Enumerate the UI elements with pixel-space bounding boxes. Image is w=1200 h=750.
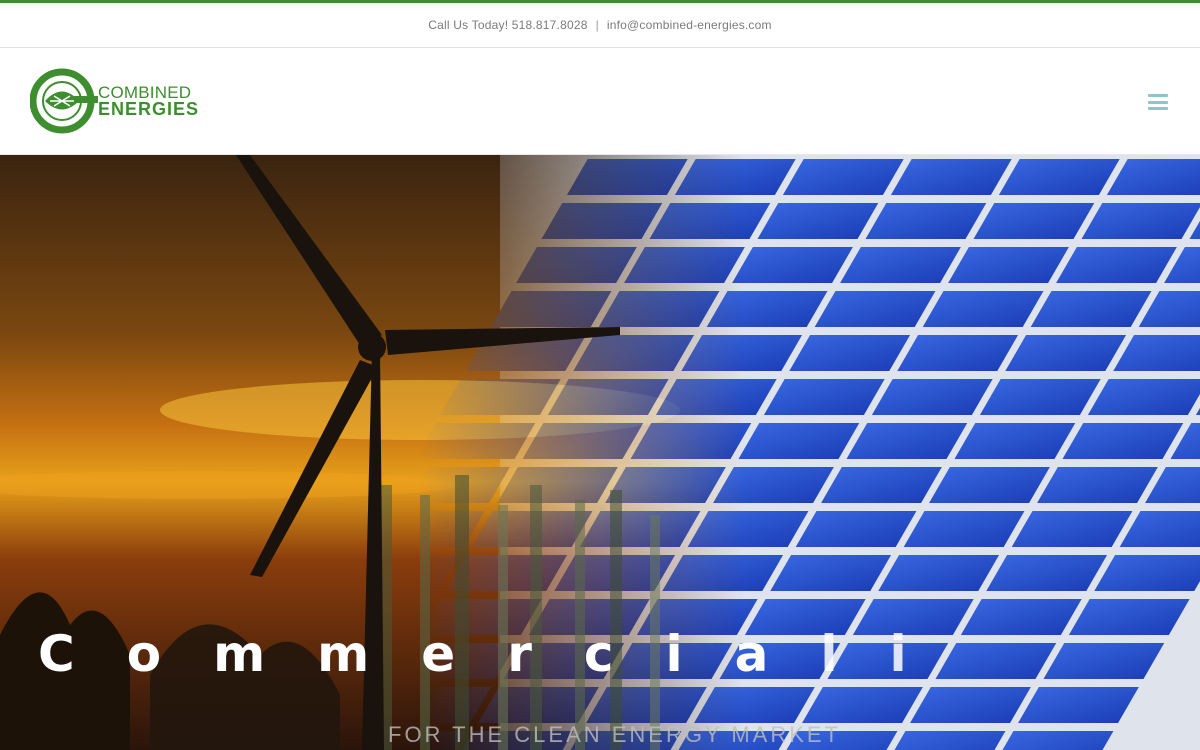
solar-cell — [1056, 247, 1177, 283]
solar-cell — [922, 291, 1044, 327]
headline-letter: a — [734, 625, 769, 683]
solar-cell — [871, 379, 993, 415]
solar-cell — [1018, 687, 1139, 723]
solar-cell — [789, 335, 911, 371]
solar-cell — [814, 291, 936, 327]
solar-cell — [662, 555, 784, 591]
solar-cell — [389, 467, 510, 503]
hero-subheadline: FOR THE CLEAN ENERGY MARKET — [388, 722, 842, 747]
solar-cell — [541, 203, 663, 239]
solar-cell — [795, 511, 917, 547]
solar-cell — [757, 203, 879, 239]
solar-cell — [929, 467, 1050, 503]
headline-letter: e — [421, 625, 456, 683]
solar-cell — [573, 335, 695, 371]
solar-cell — [738, 423, 860, 459]
site-header: COMBINED ENERGIES — [0, 48, 1200, 155]
solar-cell — [1037, 467, 1158, 503]
headline-letter: c — [583, 625, 614, 683]
solar-cell — [979, 379, 1101, 415]
solar-cell — [1005, 335, 1127, 371]
solar-cell — [516, 247, 637, 283]
solar-cell — [624, 247, 745, 283]
site-logo[interactable]: COMBINED ENERGIES — [29, 68, 210, 134]
top-contact-bar: Call Us Today! 518.817.8028 | info@combi… — [0, 3, 1200, 48]
solar-cell — [840, 247, 961, 283]
separator: | — [595, 18, 599, 32]
solar-cell — [865, 203, 987, 239]
headline-letter: C — [38, 625, 75, 683]
solar-cell — [655, 379, 777, 415]
solar-cell — [566, 159, 688, 195]
headline-letter: o — [126, 625, 162, 683]
solar-cell — [948, 247, 1069, 283]
solar-cell — [674, 159, 796, 195]
solar-cell — [713, 467, 834, 503]
solar-cell — [973, 203, 1095, 239]
solar-cell — [681, 335, 803, 371]
solar-cell — [782, 159, 904, 195]
headline-letter: l — [820, 625, 838, 683]
solar-cell — [890, 159, 1012, 195]
solar-cell — [1062, 423, 1184, 459]
hamburger-menu-icon[interactable] — [1148, 94, 1168, 110]
logo-mark-icon — [29, 68, 98, 134]
solar-cell — [954, 423, 1076, 459]
headline-letter: i — [889, 625, 907, 683]
headline-letter: m — [213, 625, 266, 683]
solar-cell — [1081, 203, 1200, 239]
solar-cell — [497, 467, 618, 503]
solar-cell — [706, 291, 828, 327]
solar-cell — [897, 335, 1019, 371]
hero-headline: Commerciali — [38, 625, 1178, 683]
solar-cell — [586, 687, 707, 723]
solar-cell — [694, 687, 815, 723]
solar-cell — [763, 379, 885, 415]
headline-letter: r — [507, 625, 532, 683]
solar-cell — [490, 291, 612, 327]
solar-cell — [1011, 511, 1133, 547]
solar-cell — [605, 467, 726, 503]
solar-cell — [1030, 291, 1152, 327]
solar-cell — [770, 555, 892, 591]
solar-cell — [649, 203, 771, 239]
solar-cell — [986, 555, 1108, 591]
logo-line2: ENERGIES — [98, 99, 200, 119]
solar-cell — [910, 687, 1031, 723]
solar-cell — [439, 379, 561, 415]
solar-cell — [414, 423, 536, 459]
solar-cell — [846, 423, 968, 459]
solar-cell — [547, 379, 669, 415]
solar-cell — [338, 555, 460, 591]
solar-cell — [522, 423, 644, 459]
solar-cell — [903, 511, 1025, 547]
hero-banner: Commerciali FOR THE CLEAN ENERGY MARKET — [0, 155, 1200, 750]
solar-cell — [687, 511, 809, 547]
headline-letter: i — [665, 625, 683, 683]
solar-cell — [630, 423, 752, 459]
headline-letter: m — [317, 625, 370, 683]
solar-cell — [579, 511, 701, 547]
email-link[interactable]: info@combined-energies.com — [607, 18, 772, 32]
solar-cell — [802, 687, 923, 723]
solar-cell — [821, 467, 942, 503]
solar-cell — [998, 159, 1120, 195]
solar-cell — [732, 247, 853, 283]
solar-cell — [598, 291, 720, 327]
phone-text[interactable]: Call Us Today! 518.817.8028 — [428, 18, 587, 32]
solar-cell — [878, 555, 1000, 591]
